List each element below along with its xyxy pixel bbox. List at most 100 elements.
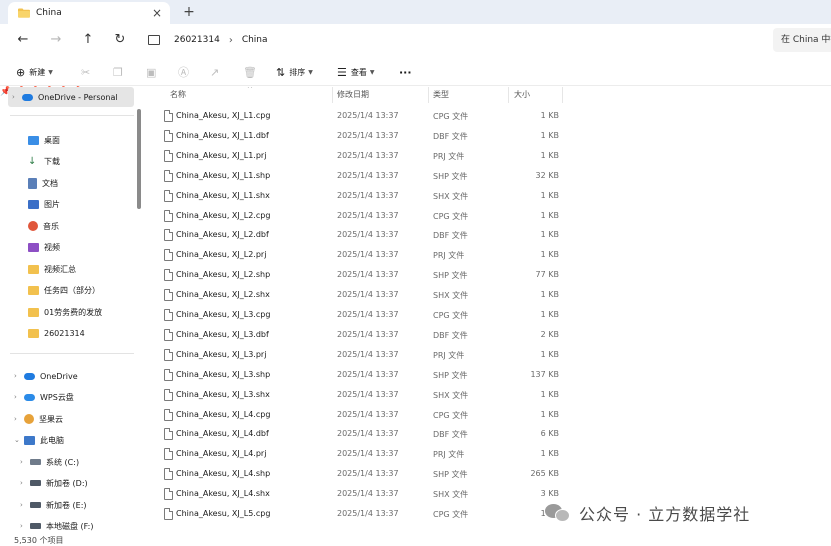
- share-button[interactable]: ↗: [210, 64, 223, 80]
- file-modified-date: 2025/1/4 13:37: [337, 230, 399, 240]
- table-row[interactable]: China_Akesu, XJ_L3.shp 2025/1/4 13:37 SHP …: [150, 366, 570, 386]
- paste-button[interactable]: ▣: [146, 64, 160, 80]
- file-icon: [164, 328, 173, 341]
- file-type: CPG 文件: [433, 510, 469, 519]
- column-divider[interactable]: [508, 87, 509, 103]
- file-size: 1 KB: [540, 111, 559, 120]
- column-divider[interactable]: [562, 87, 563, 103]
- cut-button[interactable]: ✂: [81, 64, 94, 80]
- table-row[interactable]: China_Akesu, XJ_L3.prj 2025/1/4 13:37 PRJ …: [150, 346, 570, 366]
- table-row[interactable]: China_Akesu, XJ_L3.dbf 2025/1/4 13:37 DBF …: [150, 326, 570, 346]
- file-type: SHP 文件: [433, 470, 468, 480]
- divider: [10, 353, 134, 354]
- up-arrow-icon[interactable]: ↑: [79, 31, 97, 49]
- sidebar-item-wps-cloud[interactable]: › WPS云盘: [14, 387, 74, 407]
- table-row[interactable]: China_Akesu, XJ_L3.cpg 2025/1/4 13:37 CPG …: [150, 306, 570, 326]
- sidebar-item-drive[interactable]: › 新加卷 (D:): [20, 473, 88, 493]
- sidebar-item-folder[interactable]: 26021314: [28, 323, 85, 343]
- computer-icon: [148, 35, 160, 45]
- column-divider[interactable]: [332, 87, 333, 103]
- view-button[interactable]: ☰ 查看 ▼: [337, 64, 375, 80]
- file-modified-date: 2025/1/4 13:37: [337, 429, 399, 439]
- file-size: 265 KB: [530, 469, 559, 479]
- table-row[interactable]: China_Akesu, XJ_L1.prj 2025/1/4 13:37 PRJ …: [150, 147, 570, 167]
- file-modified-date: 2025/1/4 13:37: [337, 170, 399, 180]
- sidebar-item-downloads[interactable]: ↓ 下载: [28, 151, 60, 171]
- more-options-button[interactable]: ···: [399, 64, 412, 80]
- breadcrumb-segment[interactable]: 26021314: [174, 35, 220, 45]
- table-row[interactable]: China_Akesu, XJ_L2.prj 2025/1/4 13:37 PRJ …: [150, 246, 570, 266]
- tab-china[interactable]: China ×: [8, 2, 170, 24]
- sidebar-item-label: 视频汇总: [44, 264, 76, 274]
- table-row[interactable]: China_Akesu, XJ_L5.cpg 2025/1/4 13:37 CPG …: [150, 505, 570, 525]
- table-row[interactable]: China_Akesu, XJ_L2.shx 2025/1/4 13:37 SHX …: [150, 286, 570, 306]
- delete-button[interactable]: 🗑: [243, 64, 261, 80]
- sidebar-item-music[interactable]: 音乐: [28, 216, 59, 236]
- tab-bar: China × +: [0, 0, 831, 24]
- sort-button[interactable]: ⇅ 排序 ▼: [276, 64, 313, 80]
- table-row[interactable]: China_Akesu, XJ_L1.cpg 2025/1/4 13:37 CPG …: [150, 107, 570, 127]
- column-header-type[interactable]: 类型: [433, 87, 449, 105]
- table-row[interactable]: China_Akesu, XJ_L4.prj 2025/1/4 13:37 PRJ …: [150, 445, 570, 465]
- table-row[interactable]: China_Akesu, XJ_L1.dbf 2025/1/4 13:37 DBF …: [150, 127, 570, 147]
- sidebar-item-folder[interactable]: 01劳务费的发放: [28, 302, 102, 322]
- file-name: China_Akesu, XJ_L2.dbf: [176, 230, 269, 240]
- sidebar-item-pictures[interactable]: 图片: [28, 194, 60, 214]
- sidebar-item-drive[interactable]: › 系统 (C:): [20, 452, 79, 472]
- file-icon: [164, 169, 173, 182]
- sidebar-item-folder[interactable]: 任务四（部分）: [28, 280, 100, 300]
- table-row[interactable]: China_Akesu, XJ_L4.shp 2025/1/4 13:37 SHP …: [150, 465, 570, 485]
- trash-icon: 🗑: [243, 65, 257, 79]
- column-header-date[interactable]: 修改日期: [337, 87, 369, 105]
- file-type: SHX 文件: [433, 291, 469, 301]
- breadcrumb-segment[interactable]: China: [242, 35, 268, 45]
- table-row[interactable]: China_Akesu, XJ_L3.shx 2025/1/4 13:37 SHX …: [150, 386, 570, 406]
- column-header-name[interactable]: 名称: [170, 87, 186, 105]
- file-name: China_Akesu, XJ_L3.cpg: [176, 310, 271, 319]
- search-input[interactable]: 在 China 中搜索: [773, 28, 831, 52]
- table-row[interactable]: China_Akesu, XJ_L2.dbf 2025/1/4 13:37 DBF …: [150, 226, 570, 246]
- column-divider[interactable]: [428, 87, 429, 103]
- chevron-right-icon: ›: [14, 393, 17, 401]
- sidebar-item-drive[interactable]: › 本地磁盘 (F:): [20, 516, 93, 536]
- sidebar-item-label: 视频: [44, 242, 60, 252]
- list-view-icon: ☰: [337, 65, 347, 79]
- copy-button[interactable]: ❐: [113, 64, 127, 80]
- file-icon: [164, 388, 173, 401]
- file-modified-date: 2025/1/4 13:37: [337, 310, 399, 319]
- new-button[interactable]: ⊕ 新建 ▼: [16, 64, 53, 80]
- back-arrow-icon[interactable]: ←: [14, 31, 32, 49]
- rename-button[interactable]: Ⓐ: [178, 64, 193, 80]
- chevron-right-icon: ›: [20, 522, 23, 530]
- chevron-down-icon: ▼: [48, 68, 53, 76]
- file-name: China_Akesu, XJ_L2.cpg: [176, 210, 271, 220]
- sidebar-item-nutstore[interactable]: › 坚果云: [14, 409, 63, 429]
- sidebar-item-desktop[interactable]: 桌面: [28, 130, 60, 150]
- file-type: SHX 文件: [433, 191, 469, 201]
- close-icon[interactable]: ×: [150, 6, 164, 20]
- table-row[interactable]: China_Akesu, XJ_L4.shx 2025/1/4 13:37 SHX …: [150, 485, 570, 505]
- table-row[interactable]: China_Akesu, XJ_L2.shp 2025/1/4 13:37 SHP …: [150, 266, 570, 286]
- refresh-icon[interactable]: ↻: [111, 31, 129, 49]
- table-row[interactable]: China_Akesu, XJ_L2.cpg 2025/1/4 13:37 CPG …: [150, 207, 570, 227]
- sidebar-item-videos[interactable]: 视频: [28, 237, 60, 257]
- table-row[interactable]: China_Akesu, XJ_L1.shx 2025/1/4 13:37 SHX …: [150, 187, 570, 207]
- music-icon: [28, 221, 38, 231]
- table-row[interactable]: China_Akesu, XJ_L4.dbf 2025/1/4 13:37 DBF …: [150, 425, 570, 445]
- folder-icon: [18, 8, 30, 18]
- table-row[interactable]: China_Akesu, XJ_L1.shp 2025/1/4 13:37 SHP …: [150, 167, 570, 187]
- address-bar[interactable]: 26021314 › China: [140, 28, 768, 52]
- sidebar-item-label: OneDrive - Personal: [38, 92, 118, 102]
- forward-arrow-icon[interactable]: →: [47, 31, 65, 49]
- sidebar-item-this-pc[interactable]: ⌄ 此电脑: [14, 430, 64, 450]
- new-tab-button[interactable]: +: [180, 3, 198, 21]
- table-row[interactable]: China_Akesu, XJ_L4.cpg 2025/1/4 13:37 CPG …: [150, 406, 570, 426]
- sidebar-scrollbar[interactable]: [137, 109, 141, 209]
- sidebar-item-documents[interactable]: 文档: [28, 173, 58, 193]
- sidebar-item-drive[interactable]: › 新加卷 (E:): [20, 495, 87, 515]
- file-icon: [164, 249, 173, 262]
- sidebar-item-onedrive-personal[interactable]: › OneDrive - Personal: [12, 87, 118, 107]
- column-header-size[interactable]: 大小: [514, 87, 530, 105]
- sidebar-item-onedrive[interactable]: › OneDrive: [14, 366, 78, 386]
- sidebar-item-folder[interactable]: 视频汇总: [28, 259, 76, 279]
